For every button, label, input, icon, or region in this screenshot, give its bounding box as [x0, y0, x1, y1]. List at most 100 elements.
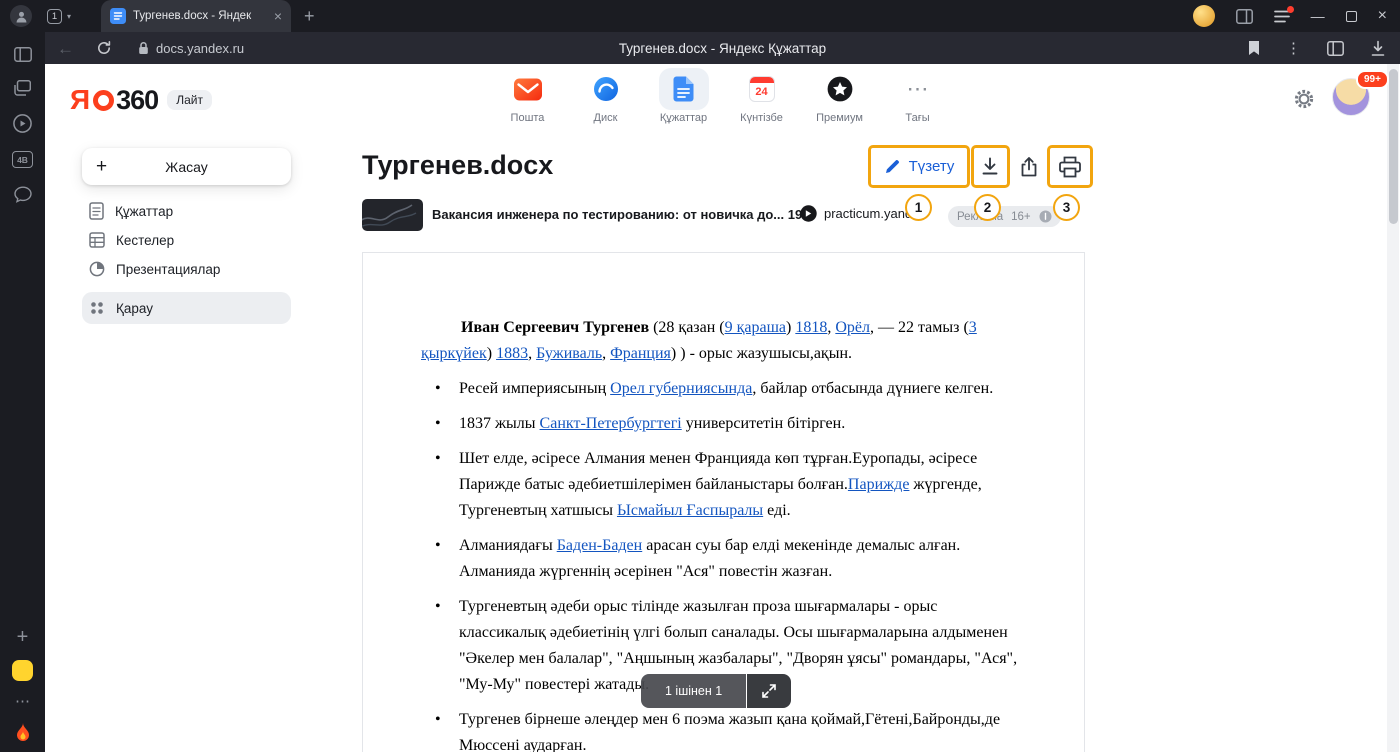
- side-panels-button[interactable]: [1327, 41, 1344, 56]
- minimize-button[interactable]: —: [1311, 9, 1325, 23]
- add-panel-icon[interactable]: +: [17, 627, 29, 647]
- kebab-menu-icon[interactable]: ⋮: [1286, 41, 1301, 56]
- tabs-stack-icon[interactable]: [14, 80, 31, 96]
- doc-link[interactable]: Санкт-Петербургтегі: [540, 415, 682, 432]
- annotation-marker-1: 1: [905, 194, 932, 221]
- edit-button[interactable]: Түзету: [868, 150, 970, 183]
- nav-item-disk[interactable]: Диск: [571, 68, 641, 124]
- create-button[interactable]: + Жасау: [82, 148, 291, 185]
- bookmark-icon[interactable]: [1248, 40, 1260, 56]
- doc-text: Иван Сергеевич Тургенев: [461, 319, 649, 336]
- tv-badge-icon[interactable]: 4B: [12, 151, 33, 168]
- user-icon: [15, 10, 28, 23]
- sidebar-item-label: Қарау: [116, 301, 153, 316]
- doc-text: 1837 жылы: [459, 415, 540, 432]
- browser-profile-button[interactable]: [10, 5, 32, 27]
- doc-text: Алманиядағы: [459, 537, 557, 554]
- disk-icon: [581, 68, 631, 110]
- tab-counter[interactable]: 1 ▾: [41, 5, 77, 28]
- doc-link[interactable]: 9 қараша: [725, 319, 786, 336]
- sidebar-item-view[interactable]: Қарау: [82, 292, 291, 324]
- scrollbar-thumb[interactable]: [1389, 69, 1398, 224]
- page-indicator: 1 ішінен 1: [641, 674, 791, 708]
- nav-label: Премиум: [816, 112, 863, 124]
- nav-item-more[interactable]: ⋯ Тағы: [883, 68, 953, 124]
- table-icon: [89, 232, 105, 248]
- url-text[interactable]: docs.yandex.ru: [156, 41, 244, 56]
- annotation-marker-2: 2: [974, 194, 1001, 221]
- nav-item-calendar[interactable]: 24 Күнтізбе: [727, 68, 797, 124]
- doc-text: , байлар отбасында дүниеге келген.: [752, 380, 993, 397]
- share-button[interactable]: [1019, 156, 1039, 177]
- nav-item-mail[interactable]: Пошта: [493, 68, 563, 124]
- info-icon[interactable]: [1039, 210, 1052, 223]
- points-coin-icon[interactable]: [1193, 5, 1215, 27]
- window-close-button[interactable]: ×: [1378, 8, 1387, 24]
- sidebar-toggle-icon[interactable]: [14, 47, 32, 62]
- more-icon[interactable]: ⋯: [15, 694, 30, 709]
- split-screen-button[interactable]: [1236, 9, 1253, 24]
- calendar-icon: 24: [737, 68, 787, 110]
- nav-label: Күнтізбе: [740, 112, 783, 124]
- fullscreen-button[interactable]: [747, 674, 791, 708]
- annotation-marker-3: 3: [1053, 194, 1080, 221]
- lock-icon: [138, 41, 149, 55]
- sidebar-item-presentations[interactable]: Презентациялар: [82, 254, 291, 284]
- doc-link[interactable]: Буживаль: [536, 345, 602, 362]
- doc-text: , — 22 тамыз (: [870, 319, 969, 336]
- new-tab-button[interactable]: +: [304, 7, 315, 25]
- tab-title: Тургенев.docx - Яндек: [133, 10, 267, 22]
- docs-favicon-icon: [110, 8, 126, 24]
- document-bullet: Шет елде, әсіресе Алмания менен Францияд…: [421, 446, 1026, 524]
- create-label: Жасау: [165, 159, 208, 175]
- doc-text: Тургенев бірнеше әлеңдер мен 6 поэма жаз…: [459, 711, 1000, 752]
- nav-item-premium[interactable]: Премиум: [805, 68, 875, 124]
- site-info-button[interactable]: docs.yandex.ru: [138, 41, 244, 56]
- doc-text: ) ) - орыс жазушысы,ақын.: [671, 345, 852, 362]
- page-title: Тургенев.docx - Яндекс Құжаттар: [45, 41, 1400, 56]
- browser-tab[interactable]: Тургенев.docx - Яндек ×: [101, 0, 291, 32]
- chat-icon[interactable]: [14, 186, 32, 203]
- document-bullet: Тургенев бірнеше әлеңдер мен 6 поэма жаз…: [421, 707, 1026, 752]
- browser-menu-button[interactable]: [1274, 10, 1290, 23]
- nav-label: Пошта: [511, 112, 545, 124]
- downloads-button[interactable]: [1370, 40, 1386, 57]
- refresh-button[interactable]: [96, 40, 112, 56]
- nav-item-docs[interactable]: Құжаттар: [649, 68, 719, 124]
- games-flame-icon[interactable]: [14, 722, 32, 742]
- messenger-icon[interactable]: [12, 660, 33, 681]
- browse-grid-icon: [89, 300, 105, 316]
- document-bullet: 1837 жылы Санкт-Петербургтегі университе…: [421, 411, 1026, 437]
- back-button[interactable]: ←: [57, 40, 74, 57]
- maximize-button[interactable]: [1346, 11, 1357, 22]
- premium-icon: [815, 68, 865, 110]
- doc-link[interactable]: Орел губерниясында: [610, 380, 752, 397]
- sidebar-item-tables[interactable]: Кестелер: [82, 225, 291, 255]
- notification-badge: 99+: [1356, 70, 1389, 89]
- settings-gear-icon[interactable]: [1293, 88, 1315, 110]
- document-title: Тургенев.docx: [362, 150, 553, 181]
- services-nav: Пошта Диск Құжаттар 24 Күнтізбе Премиум …: [45, 68, 1400, 124]
- ad-thumbnail: [362, 199, 423, 231]
- doc-link[interactable]: 1818: [795, 319, 827, 336]
- print-button[interactable]: [1058, 156, 1082, 178]
- video-call-icon[interactable]: [13, 114, 32, 133]
- tab-close-button[interactable]: ×: [274, 9, 282, 23]
- doc-link[interactable]: Парижде: [848, 476, 910, 493]
- doc-link[interactable]: Ысмайыл Ғаспыралы: [617, 502, 763, 519]
- sidebar-item-label: Құжаттар: [115, 204, 173, 219]
- yandex-docs-app: Я 360 Лайт Пошта Диск Құжаттар 24 Күнтіз…: [45, 64, 1400, 752]
- download-button[interactable]: [980, 156, 1000, 176]
- ellipsis-icon: ⋯: [907, 79, 929, 99]
- doc-link[interactable]: 1883: [496, 345, 528, 362]
- doc-text: ,: [602, 345, 610, 362]
- doc-link[interactable]: Орёл: [835, 319, 870, 336]
- nav-label: Диск: [594, 112, 618, 124]
- browser-titlebar: 1 ▾ Тургенев.docx - Яндек × + — ×: [0, 0, 1400, 32]
- doc-link[interactable]: Франция: [610, 345, 671, 362]
- document-bullet: Ресей империясының Орел губерниясында, б…: [421, 376, 1026, 402]
- nav-label: Тағы: [905, 112, 929, 124]
- sidebar-item-documents[interactable]: Құжаттар: [82, 196, 291, 226]
- document-bullet: Алманиядағы Баден-Баден арасан суы бар е…: [421, 533, 1026, 585]
- doc-link[interactable]: Баден-Баден: [557, 537, 643, 554]
